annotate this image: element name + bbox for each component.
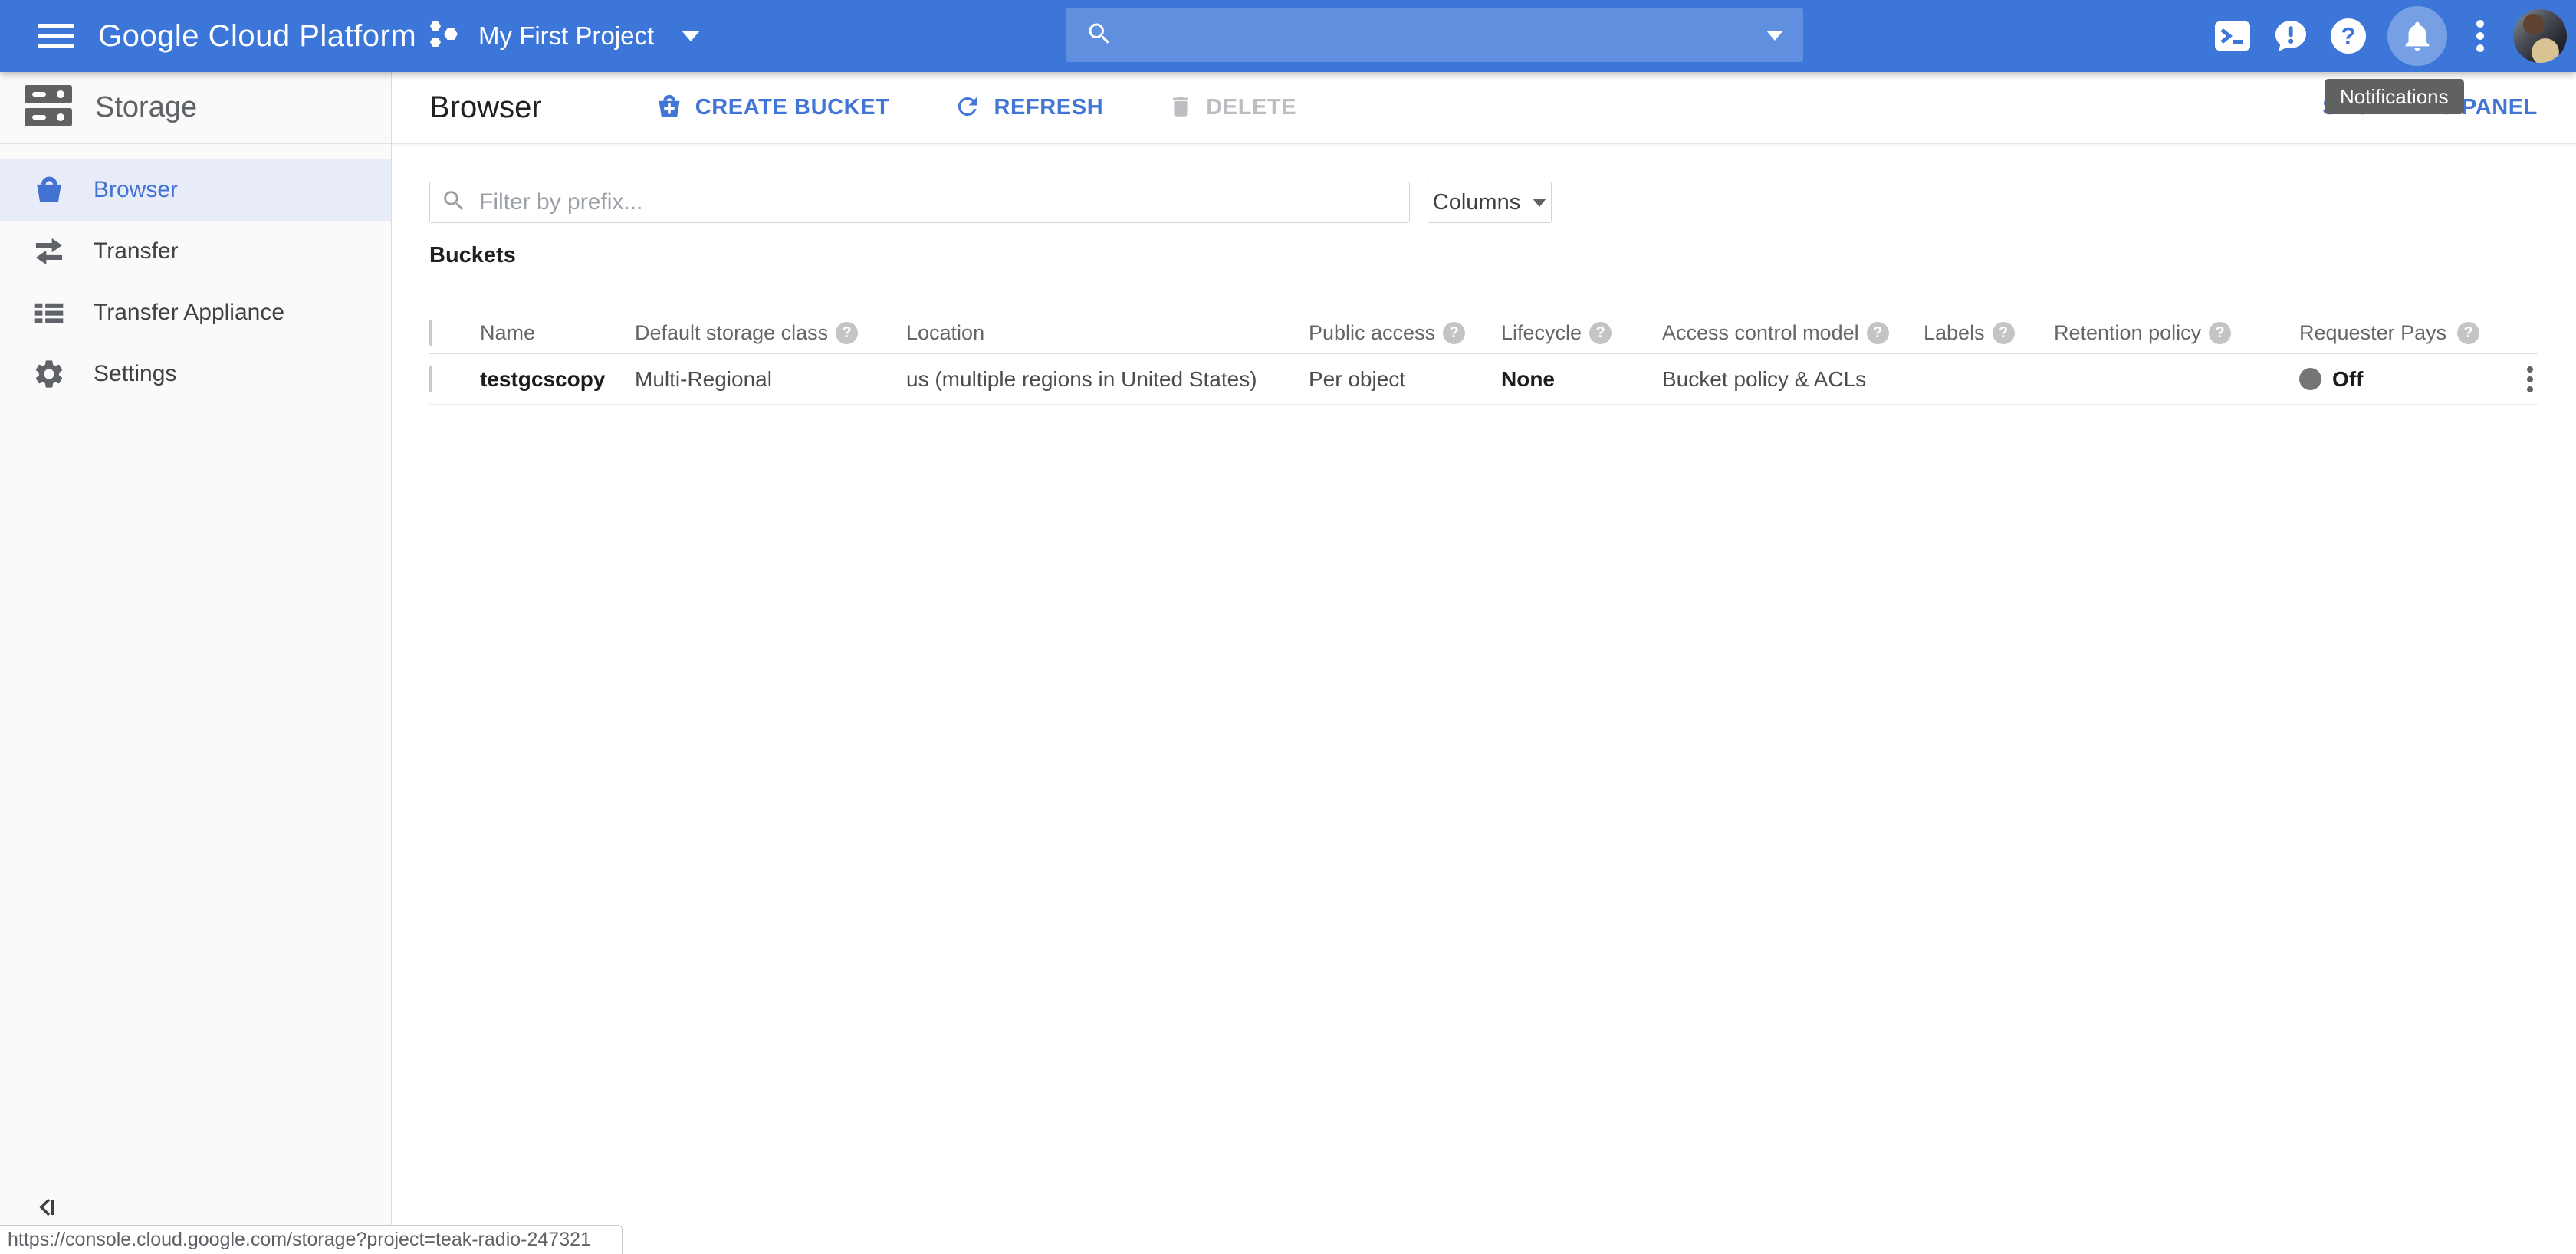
chevron-down-icon: [682, 31, 700, 41]
sidebar-item-browser[interactable]: Browser: [0, 159, 391, 221]
help-icon[interactable]: ?: [2331, 18, 2366, 54]
gcp-console: Google Cloud Platform My First Project: [0, 0, 2576, 1254]
help-icon[interactable]: ?: [1867, 322, 1889, 344]
column-header-requester-pays: Requester Pays: [2299, 321, 2446, 345]
create-bucket-icon: [656, 93, 683, 123]
gear-icon: [28, 353, 71, 396]
sidebar-item-transfer-appliance[interactable]: Transfer Appliance: [0, 282, 391, 343]
cell-public-access: Per object: [1309, 367, 1501, 392]
columns-button[interactable]: Columns: [1428, 182, 1552, 223]
search-bar[interactable]: [1066, 8, 1803, 62]
top-nav-bar: Google Cloud Platform My First Project: [0, 0, 2576, 72]
row-checkbox[interactable]: [429, 366, 432, 392]
bell-icon: [2400, 18, 2435, 54]
create-bucket-button[interactable]: CREATE BUCKET: [656, 93, 890, 123]
delete-button[interactable]: DELETE: [1168, 94, 1296, 122]
select-all-checkbox[interactable]: [429, 320, 432, 346]
sidebar-title: Storage: [95, 91, 197, 124]
help-icon[interactable]: ?: [1993, 322, 2015, 344]
bucket-icon: [28, 169, 71, 212]
help-icon[interactable]: ?: [2209, 322, 2231, 344]
refresh-button[interactable]: REFRESH: [954, 93, 1103, 123]
filter-input[interactable]: [478, 189, 1398, 216]
sidebar-item-label: Browser: [94, 177, 178, 203]
search-dropdown-icon[interactable]: [1766, 31, 1783, 41]
refresh-label: REFRESH: [994, 95, 1103, 120]
transfer-appliance-icon: [28, 291, 71, 334]
columns-label: Columns: [1433, 190, 1520, 215]
trash-icon: [1168, 94, 1194, 122]
cloud-shell-icon[interactable]: [2214, 19, 2251, 53]
create-bucket-label: CREATE BUCKET: [695, 95, 890, 120]
requester-pays-status-dot: [2299, 368, 2321, 390]
collapse-sidebar-icon[interactable]: [35, 1195, 60, 1223]
sidebar-item-label: Transfer Appliance: [94, 300, 284, 326]
help-icon[interactable]: ?: [2457, 322, 2479, 344]
help-icon[interactable]: ?: [1443, 322, 1465, 344]
bucket-name-link[interactable]: testgcscopy: [480, 367, 605, 391]
sidebar-item-transfer[interactable]: Transfer: [0, 221, 391, 282]
filter-search-icon: [441, 188, 467, 218]
cell-location: us (multiple regions in United States): [906, 367, 1309, 392]
more-options-icon[interactable]: [2469, 20, 2492, 52]
column-header-name: Name: [480, 321, 535, 345]
toolbar-actions: CREATE BUCKET REFRESH: [656, 93, 1297, 123]
main-content: Browser CREATE BUCKET: [392, 72, 2576, 1254]
sidebar-header: Storage: [0, 72, 391, 144]
question-glyph: ?: [2341, 22, 2356, 50]
table-row: testgcscopy Multi-Regional us (multiple …: [429, 354, 2538, 405]
filter-row: Columns: [429, 182, 2538, 223]
sidebar-item-settings[interactable]: Settings: [0, 343, 391, 405]
transfer-arrows-icon: [28, 230, 71, 273]
help-icon[interactable]: ?: [836, 322, 858, 344]
account-avatar[interactable]: [2513, 9, 2567, 63]
topbar-icon-group: ?: [2214, 0, 2567, 72]
column-header-location: Location: [906, 321, 984, 345]
column-header-lifecycle: Lifecycle: [1501, 321, 1582, 345]
chevron-down-icon: [1533, 199, 1546, 207]
browser-status-bar: https://console.cloud.google.com/storage…: [0, 1225, 623, 1254]
sidebar-nav: Browser Transfer: [0, 159, 391, 405]
filter-field[interactable]: [429, 182, 1410, 223]
cell-lifecycle: None: [1501, 367, 1662, 392]
storage-product-icon: [25, 84, 72, 132]
page-toolbar: Browser CREATE BUCKET: [392, 72, 2576, 144]
sidebar-item-label: Settings: [94, 361, 176, 387]
project-name: My First Project: [478, 21, 654, 51]
page-title: Browser: [429, 90, 542, 125]
refresh-icon: [954, 93, 981, 123]
gcp-logo[interactable]: Google Cloud Platform: [98, 0, 416, 72]
sidebar-item-label: Transfer: [94, 238, 179, 264]
column-header-storage-class: Default storage class: [635, 321, 828, 345]
help-icon[interactable]: ?: [1589, 322, 1612, 344]
delete-label: DELETE: [1206, 95, 1296, 120]
search-input[interactable]: [1127, 21, 1766, 49]
menu-icon[interactable]: [38, 24, 74, 48]
storage-sidebar: Storage Browser: [0, 72, 392, 1254]
buckets-section-label: Buckets: [429, 243, 2576, 268]
feedback-icon[interactable]: [2272, 18, 2309, 54]
notifications-tooltip: Notifications: [2325, 79, 2464, 114]
buckets-table: Name Default storage class? Location Pub…: [429, 312, 2538, 405]
row-menu-icon[interactable]: [2522, 362, 2538, 397]
cell-access-control: Bucket policy & ACLs: [1662, 367, 1924, 392]
project-hexagons-icon: [426, 18, 462, 54]
column-header-public-access: Public access: [1309, 321, 1435, 345]
table-header-row: Name Default storage class? Location Pub…: [429, 312, 2538, 354]
notifications-button[interactable]: [2387, 6, 2447, 66]
project-selector[interactable]: My First Project: [426, 0, 700, 72]
cell-requester-pays: Off: [2332, 367, 2363, 392]
column-header-access-control: Access control model: [1662, 321, 1859, 345]
cell-storage-class: Multi-Regional: [635, 367, 906, 392]
column-header-labels: Labels: [1924, 321, 1985, 345]
search-icon: [1086, 20, 1113, 51]
column-header-retention: Retention policy: [2054, 321, 2201, 345]
